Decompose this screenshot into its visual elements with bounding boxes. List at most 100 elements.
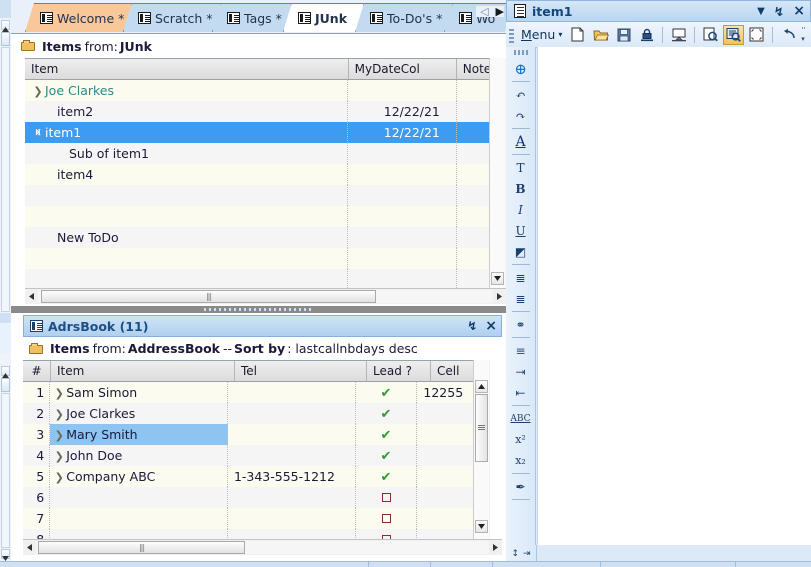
cell-item[interactable]: item2 [25, 101, 348, 122]
cell-item[interactable] [50, 508, 228, 529]
outer-scroll-up-arrow-2[interactable] [1, 366, 10, 378]
check-icon[interactable]: ✔ [381, 386, 392, 401]
tab-tags[interactable]: Tags * [212, 3, 292, 32]
cell-item[interactable] [25, 206, 348, 227]
items-grid-vscrollbar[interactable] [489, 58, 506, 288]
column-header-note[interactable]: Note [457, 59, 491, 79]
cell-mydatecol[interactable] [348, 143, 457, 164]
menu-button[interactable]: Menu ▾ [518, 26, 565, 43]
toolbar-grip[interactable] [513, 50, 528, 55]
cell-tel[interactable] [228, 487, 356, 508]
cell-tel[interactable] [228, 424, 356, 445]
cell-mydatecol[interactable] [348, 248, 457, 269]
cell-item[interactable]: ❯ Joe Clarkes [50, 403, 228, 424]
next-pane-icon[interactable]: ⇥ [523, 549, 531, 559]
cell-mydatecol[interactable]: 12/22/21 [348, 101, 457, 122]
cell-note[interactable] [457, 143, 490, 164]
cell-mydatecol[interactable] [348, 80, 457, 101]
new-document-icon[interactable] [567, 25, 588, 45]
table-row[interactable]: New ToDo [25, 227, 490, 248]
pane-splitter[interactable] [11, 306, 506, 313]
cell-note[interactable] [457, 269, 490, 290]
close-icon[interactable]: × [485, 318, 497, 334]
screen-icon[interactable] [668, 25, 689, 45]
table-row[interactable]: Sub of item1 [25, 143, 490, 164]
link-icon[interactable]: ⚭ [508, 314, 534, 335]
cell-item[interactable]: ⱝ item1 [25, 122, 348, 143]
vscroll-thumb[interactable] [475, 394, 488, 462]
tab-prev-icon[interactable]: ◁ [480, 6, 488, 17]
align-icon[interactable]: ≡ [508, 340, 534, 361]
redo-icon[interactable]: ↷ [508, 105, 534, 126]
table-row[interactable]: 2 ❯ Joe Clarkes ✔ [23, 403, 490, 424]
cell-mydatecol[interactable] [348, 185, 457, 206]
column-header-item[interactable]: Item [51, 361, 235, 381]
cell-item[interactable] [25, 269, 348, 290]
table-row[interactable] [25, 269, 490, 290]
toolbar-overflow-icon[interactable]: ·· ▾ [797, 24, 809, 44]
text-style-icon[interactable]: T [508, 157, 534, 178]
column-header-lead[interactable]: Lead ? [367, 361, 431, 381]
table-row[interactable] [25, 185, 490, 206]
save-icon[interactable] [613, 25, 634, 45]
hscroll-right-arrow[interactable] [489, 541, 502, 554]
pin-icon[interactable]: ↯ [774, 4, 784, 19]
cell-mydatecol[interactable]: 12/22/21 [348, 122, 457, 143]
cell-tel[interactable] [228, 508, 356, 529]
cell-item[interactable]: ❯ Mary Smith [50, 424, 228, 445]
cell-mydatecol[interactable] [348, 269, 457, 290]
magic-wand-icon[interactable]: ✒ [508, 476, 534, 497]
note-editor[interactable] [537, 47, 811, 545]
hscroll-right-arrow[interactable] [493, 290, 506, 303]
cell-item[interactable] [50, 487, 228, 508]
subscript-icon[interactable]: x₂ [508, 450, 534, 471]
expander-icon[interactable]: ❯ [52, 383, 66, 403]
table-row[interactable] [25, 206, 490, 227]
table-row[interactable] [25, 248, 490, 269]
check-icon[interactable]: ✔ [381, 449, 392, 464]
expander-icon[interactable]: ⱝ [31, 123, 45, 143]
cell-note[interactable] [457, 101, 490, 122]
column-header-num[interactable]: # [23, 361, 51, 381]
add-icon[interactable]: ⊕ [508, 58, 534, 79]
column-header-item[interactable]: Item [25, 59, 349, 79]
hscroll-thumb[interactable]: ||| [38, 541, 245, 554]
hscroll-track[interactable]: ||| [38, 290, 493, 303]
tab-scratch[interactable]: Scratch * [123, 3, 221, 32]
outer-scroll-up-arrow[interactable] [1, 20, 10, 32]
cell-tel[interactable]: 1-343-555-1212 [228, 466, 356, 487]
cell-note[interactable] [457, 248, 490, 269]
column-header-mydatecol[interactable]: MyDateCol [349, 59, 457, 79]
cell-tel[interactable] [228, 382, 356, 403]
scroll-down-arrow[interactable] [475, 520, 488, 533]
outer-scroll-down-arrow[interactable] [1, 549, 10, 561]
checkbox-icon[interactable] [381, 514, 391, 523]
cell-lead[interactable]: ✔ [356, 382, 418, 403]
underline-icon[interactable]: U [508, 220, 534, 241]
cell-note[interactable] [457, 122, 490, 143]
table-row[interactable]: 7 [23, 508, 490, 529]
cell-item[interactable]: item4 [25, 164, 348, 185]
table-row[interactable]: 1 ❯ Sam Simon ✔ 12255 [23, 382, 490, 403]
toolbar-grip[interactable] [509, 26, 514, 43]
close-icon[interactable]: × [793, 3, 805, 19]
check-icon[interactable]: ✔ [381, 407, 392, 422]
bullet-list-icon[interactable]: ≣ [508, 267, 534, 288]
cell-lead[interactable] [356, 508, 418, 529]
font-color-icon[interactable]: A [508, 131, 534, 152]
scroll-down-arrow[interactable] [491, 272, 504, 285]
indent-increase-icon[interactable]: ⇥ [508, 361, 534, 382]
tab-next-icon[interactable]: ▶ [496, 6, 504, 17]
spellcheck-icon[interactable]: ABC [508, 408, 534, 429]
cell-note[interactable] [457, 227, 490, 248]
tab-welcome[interactable]: Welcome * [25, 3, 132, 32]
items-grid-hscrollbar[interactable]: ||| [25, 288, 506, 304]
undo-icon[interactable]: ↶ [508, 84, 534, 105]
cell-item[interactable]: ❯ Company ABC [50, 466, 228, 487]
numbered-list-icon[interactable]: ≣ [508, 288, 534, 309]
cell-lead[interactable] [356, 487, 418, 508]
table-row[interactable]: item2 12/22/21 [25, 101, 490, 122]
fullscreen-icon[interactable] [746, 25, 767, 45]
cell-item[interactable]: ❯ Joe Clarkes [25, 80, 348, 101]
check-icon[interactable]: ✔ [381, 470, 392, 485]
